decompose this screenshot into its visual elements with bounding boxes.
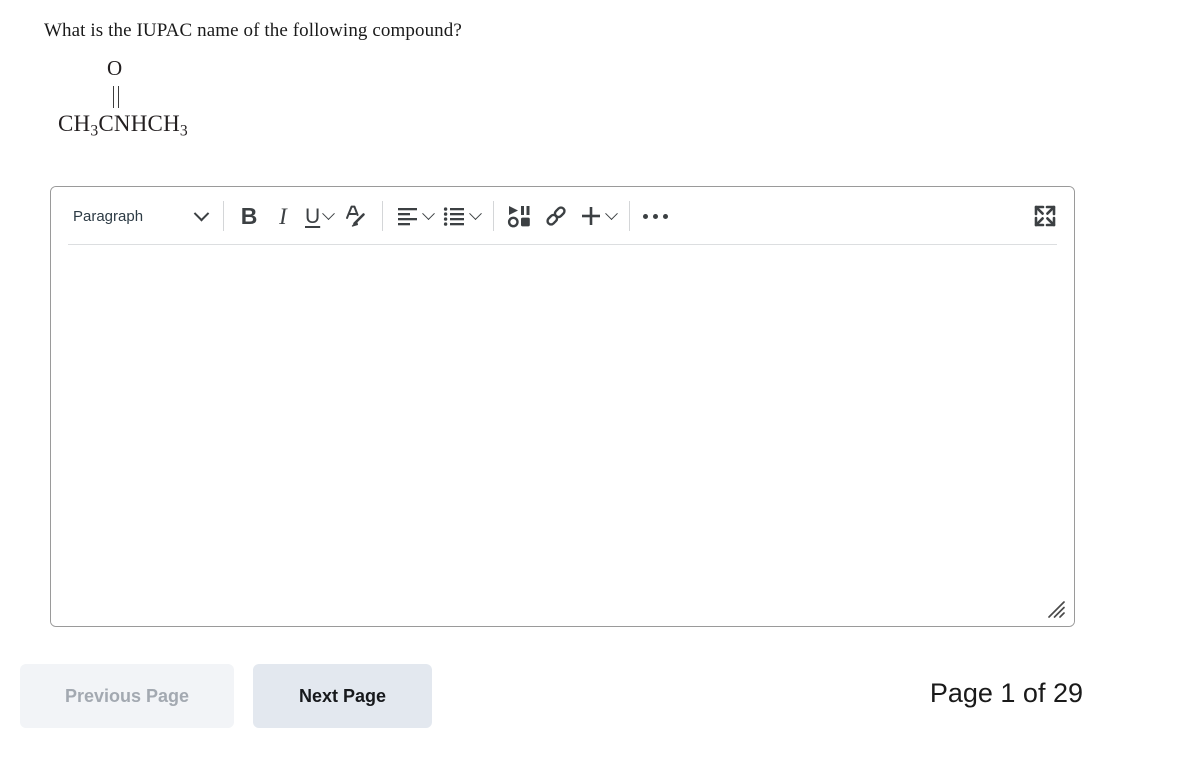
chevron-down-icon <box>605 206 619 220</box>
plus-icon <box>582 207 601 225</box>
formula-segment-2: CNHCH3 <box>98 111 188 140</box>
more-options-button[interactable] <box>638 198 673 234</box>
insert-button[interactable] <box>574 198 621 234</box>
toolbar-separator <box>629 201 631 231</box>
quiz-page: What is the IUPAC name of the following … <box>0 0 1200 767</box>
align-left-icon <box>398 208 418 226</box>
chevron-down-icon <box>322 206 336 220</box>
media-record-icon <box>508 206 530 228</box>
bold-button[interactable]: B <box>232 198 266 234</box>
bulleted-list-icon <box>444 207 465 226</box>
structure-formula: CH3CNHCH3 <box>58 112 188 139</box>
list-button[interactable] <box>438 198 485 234</box>
question-prompt: What is the IUPAC name of the following … <box>44 20 462 41</box>
align-button[interactable] <box>391 198 438 234</box>
text-color-brush-icon <box>346 205 365 227</box>
resize-grip-icon <box>1048 601 1065 618</box>
link-button[interactable] <box>538 198 574 234</box>
toolbar-separator <box>382 201 384 231</box>
double-bond-icon <box>113 86 120 108</box>
text-color-button[interactable] <box>338 198 374 234</box>
ellipsis-icon <box>643 213 669 219</box>
expand-arrows-icon <box>1034 205 1056 227</box>
block-format-dropdown[interactable]: Paragraph <box>65 198 215 234</box>
link-chain-icon <box>546 206 566 226</box>
page-indicator: Page 1 of 29 <box>929 678 1083 708</box>
next-page-button[interactable]: Next Page <box>253 664 432 728</box>
chevron-down-icon <box>469 206 483 220</box>
toolbar-separator <box>223 201 224 231</box>
bold-icon: B <box>240 202 258 229</box>
editor-resize-handle[interactable] <box>1046 599 1068 621</box>
italic-icon: I <box>279 203 287 229</box>
media-button[interactable] <box>502 198 538 234</box>
previous-page-button[interactable]: Previous Page <box>20 664 234 728</box>
formula-segment-1: CH3 <box>58 111 99 140</box>
underline-icon: U <box>305 204 321 228</box>
answer-editor-body[interactable] <box>51 245 1074 626</box>
underline-button[interactable]: U <box>300 198 338 234</box>
chevron-down-icon <box>422 206 436 220</box>
toolbar-separator <box>493 201 495 231</box>
rich-content-editor: Paragraph B I U <box>50 186 1075 627</box>
italic-button[interactable]: I <box>266 198 300 234</box>
block-format-label: Paragraph <box>73 207 144 225</box>
oxygen-atom-label: O <box>107 56 123 80</box>
chevron-down-icon <box>193 205 210 221</box>
editor-toolbar: Paragraph B I U <box>51 187 1074 245</box>
pagination-footer: Previous Page Next Page Page 1 of 29 <box>0 664 1200 734</box>
fullscreen-button[interactable] <box>1028 198 1062 234</box>
